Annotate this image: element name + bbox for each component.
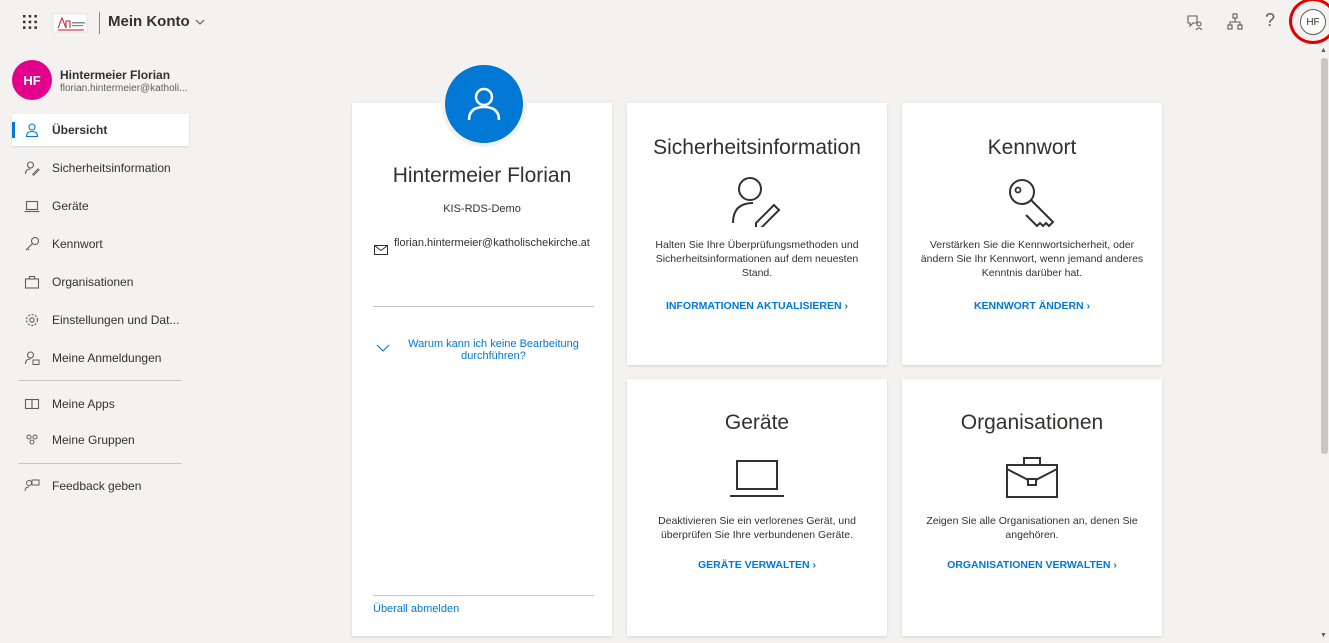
- sidebar-item-label: Meine Anmeldungen: [52, 351, 162, 365]
- organization-chart-icon[interactable]: [1225, 12, 1245, 32]
- sidebar-item-label: Sicherheitsinformation: [52, 161, 171, 175]
- groups-icon: [26, 434, 38, 445]
- scroll-down-arrow-icon[interactable]: ▼: [1320, 632, 1327, 639]
- profile-divider: [373, 306, 594, 307]
- person-icon: [467, 87, 501, 121]
- sidebar-item-overview[interactable]: Übersicht: [12, 114, 189, 146]
- profile-name: Hintermeier Florian: [392, 164, 572, 187]
- password-tile: Kennwort Verstärken Sie die Kennwortsich…: [902, 103, 1162, 365]
- key-icon: [1009, 179, 1055, 228]
- highlight-circle: [1289, 0, 1329, 44]
- laptop-icon: [24, 200, 40, 213]
- change-password-link[interactable]: KENNWORT ÄNDERN ›: [902, 300, 1162, 312]
- tile-description: Halten Sie Ihre Überprüfungsmethoden und…: [655, 239, 859, 279]
- sidebar-item-devices[interactable]: Geräte: [12, 190, 189, 222]
- organization-logo: [52, 13, 88, 33]
- person-icon: [25, 123, 39, 138]
- profile-email: florian.hintermeier@katholischekirche.at: [394, 237, 590, 249]
- why-cant-edit-link[interactable]: Warum kann ich keine Bearbeitung durchfü…: [396, 338, 591, 362]
- tile-title: Geräte: [724, 411, 790, 434]
- feedback-icon[interactable]: [1185, 12, 1205, 32]
- sidebar-item-organizations[interactable]: Organisationen: [12, 266, 189, 298]
- laptop-icon: [730, 460, 784, 497]
- sidebar-divider: [18, 380, 182, 381]
- briefcase-icon: [1006, 457, 1058, 498]
- organizations-tile: Organisationen Zeigen Sie alle Organisat…: [902, 379, 1162, 636]
- update-info-link[interactable]: INFORMATIONEN AKTUALISIEREN ›: [627, 300, 887, 312]
- chevron-down-icon: [195, 19, 205, 25]
- sidebar-item-label: Meine Apps: [52, 397, 115, 411]
- sidebar-item-label: Geräte: [52, 199, 89, 213]
- scroll-up-arrow-icon[interactable]: ▲: [1320, 47, 1327, 54]
- sidebar-item-settings[interactable]: Einstellungen und Dat...: [12, 304, 189, 336]
- sidebar-item-password[interactable]: Kennwort: [12, 228, 189, 260]
- profile-divider: [373, 595, 594, 596]
- sidebar-item-label: Kennwort: [52, 237, 103, 251]
- user-name: Hintermeier Florian: [60, 68, 171, 82]
- feedback-icon: [24, 479, 40, 492]
- sidebar-item-my-apps[interactable]: Meine Apps: [12, 388, 189, 420]
- tile-title: Kennwort: [987, 136, 1077, 159]
- briefcase-icon: [24, 275, 40, 289]
- sidebar-item-label: Einstellungen und Dat...: [52, 313, 180, 327]
- user-email: florian.hintermeier@katholi...: [60, 83, 188, 94]
- sidebar-item-label: Feedback geben: [52, 479, 142, 493]
- gear-icon: [25, 313, 39, 327]
- profile-organization: KIS-RDS-Demo: [443, 203, 521, 215]
- security-info-tile: Sicherheitsinformation Halten Sie Ihre Ü…: [627, 103, 887, 365]
- manage-organizations-link[interactable]: ORGANISATIONEN VERWALTEN ›: [902, 559, 1162, 571]
- sidebar-item-feedback[interactable]: Feedback geben: [12, 470, 189, 502]
- person-edit-icon: [732, 177, 781, 227]
- user-avatar: HF: [12, 60, 52, 100]
- person-lock-icon: [24, 351, 40, 365]
- sidebar-item-my-signins[interactable]: Meine Anmeldungen: [12, 342, 189, 374]
- tile-description: Deaktivieren Sie ein verlorenes Gerät, u…: [658, 515, 856, 541]
- tile-description: Zeigen Sie alle Organisationen an, denen…: [926, 515, 1138, 541]
- sidebar-item-my-groups[interactable]: Meine Gruppen: [12, 424, 189, 456]
- sidebar-item-label: Übersicht: [52, 123, 108, 137]
- sidebar-item-label: Organisationen: [52, 275, 134, 289]
- help-icon[interactable]: ?: [1265, 10, 1275, 31]
- header-divider: [99, 12, 100, 34]
- app-title[interactable]: Mein Konto: [108, 13, 206, 30]
- tile-title: Sicherheitsinformation: [653, 136, 861, 159]
- devices-tile: Geräte Deaktivieren Sie ein verlorenes G…: [627, 379, 887, 636]
- tile-description: Verstärken Sie die Kennwortsicherheit, o…: [920, 239, 1144, 279]
- sidebar-divider: [18, 463, 182, 464]
- mail-icon: [374, 245, 388, 255]
- top-bar: Mein Konto ? HF: [0, 0, 1329, 46]
- profile-avatar: [441, 61, 527, 147]
- tile-title: Organisationen: [960, 411, 1104, 434]
- scrollbar-thumb[interactable]: [1321, 58, 1328, 454]
- apps-icon: [24, 398, 40, 410]
- app-title-label: Mein Konto: [108, 13, 190, 30]
- person-edit-icon: [24, 161, 40, 176]
- sidebar-item-security-info[interactable]: Sicherheitsinformation: [12, 152, 189, 184]
- key-icon: [25, 236, 40, 251]
- sidebar-item-label: Meine Gruppen: [52, 433, 135, 447]
- chevron-down-icon[interactable]: [376, 343, 390, 353]
- sign-out-everywhere-link[interactable]: Überall abmelden: [373, 603, 459, 615]
- app-launcher-icon[interactable]: [22, 14, 38, 30]
- sidebar: HF Hintermeier Florian florian.hintermei…: [0, 46, 200, 643]
- manage-devices-link[interactable]: GERÄTE VERWALTEN ›: [627, 559, 887, 571]
